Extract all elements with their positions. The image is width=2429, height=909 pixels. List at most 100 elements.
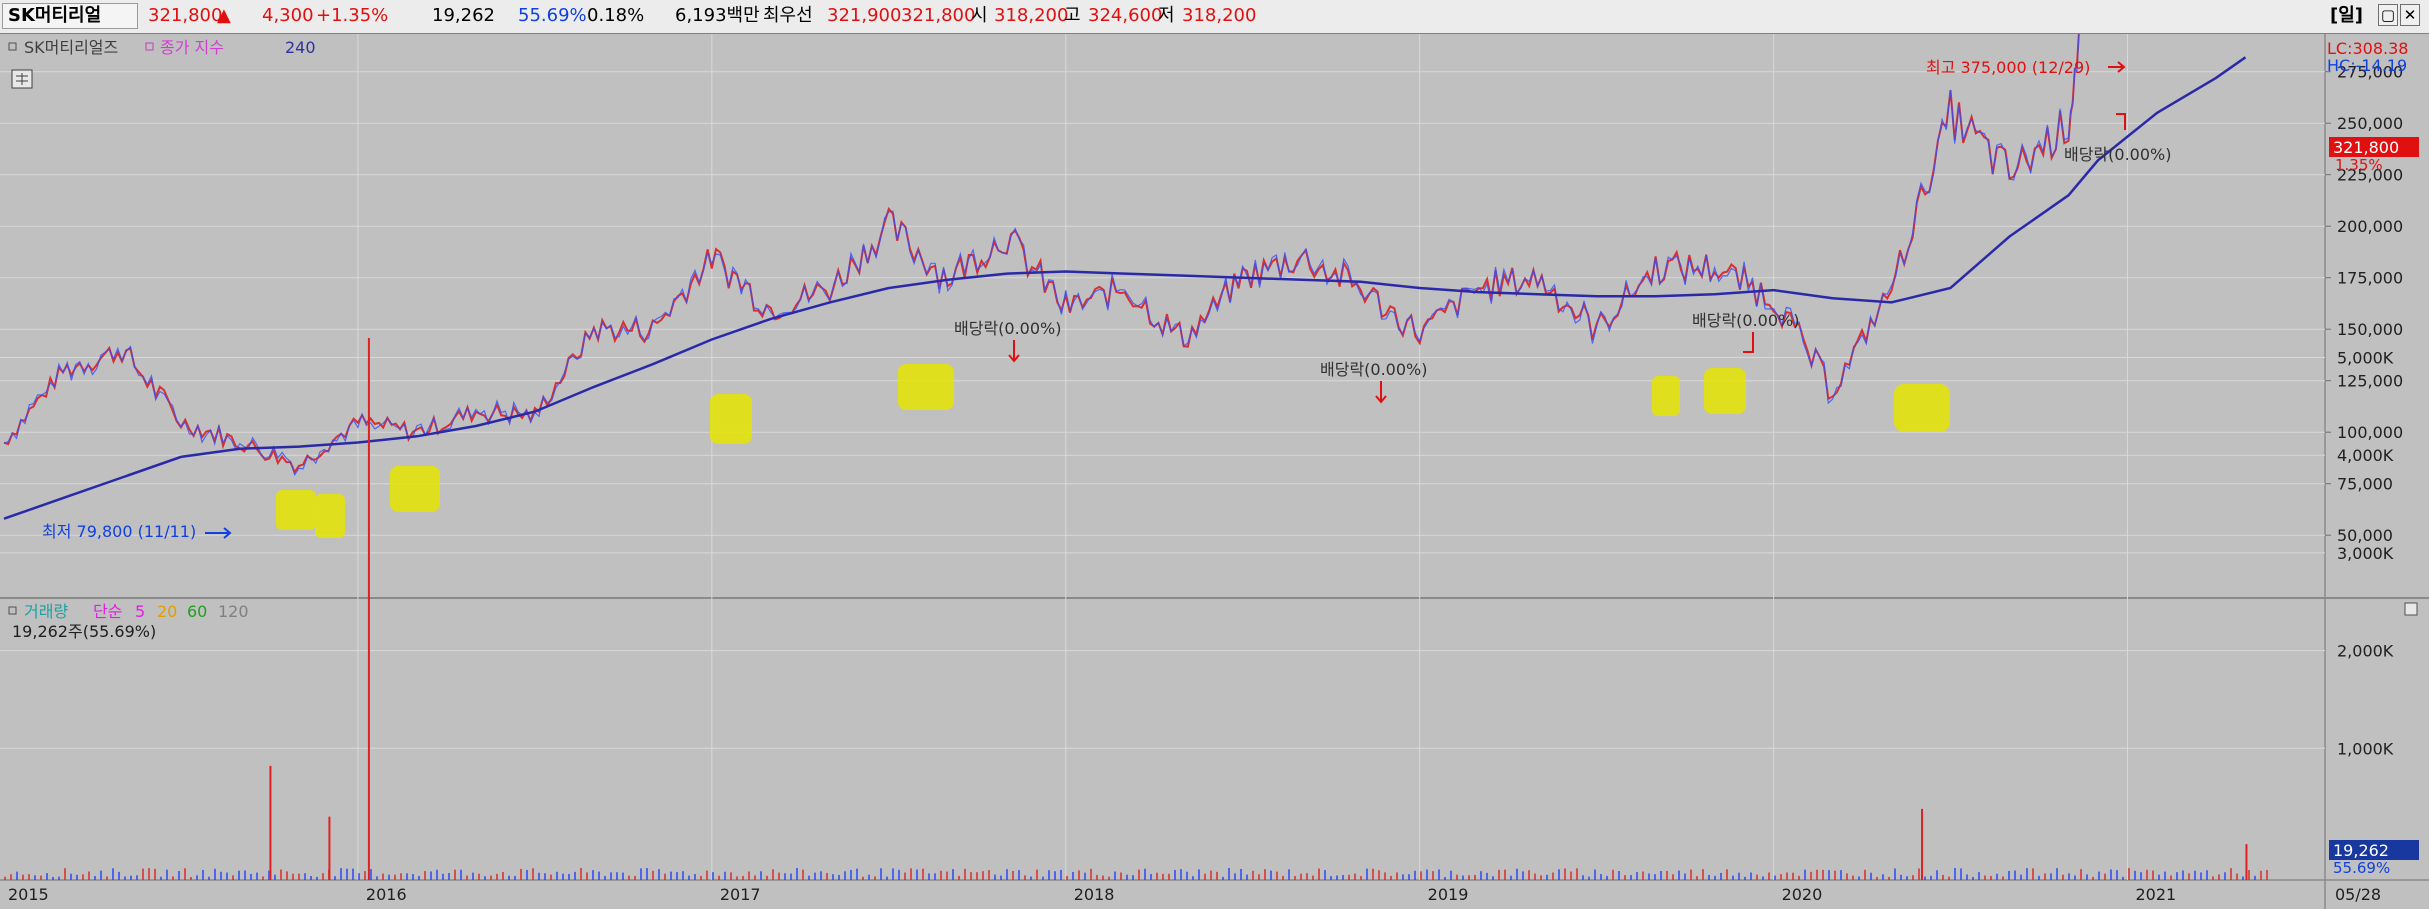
- volume-bar: [724, 871, 726, 880]
- volume-bar: [664, 873, 666, 880]
- volume-bar: [184, 868, 186, 880]
- volume-bar: [2176, 872, 2178, 880]
- legend-index-type[interactable]: 종가 지수: [160, 38, 224, 57]
- volume-bar: [1960, 868, 1962, 880]
- volume-bar: [544, 873, 546, 880]
- volume-bar: [964, 868, 966, 880]
- volume-bar: [1552, 872, 1554, 880]
- volume-bar: [1984, 875, 1986, 880]
- volume-bar: [1822, 869, 1824, 880]
- volume-bar: [2056, 868, 2058, 880]
- stock-chart[interactable]: 50,000 75,000 100,000 125,000 150,000 175,000…: [0, 34, 2429, 909]
- volume-bar: [580, 868, 582, 880]
- volume-bar: [2002, 876, 2004, 880]
- volume-bar: [604, 875, 606, 880]
- volume-bar: [1228, 868, 1230, 880]
- volume-bar: [526, 869, 528, 880]
- volume-bar: [1516, 868, 1518, 880]
- volume-bar: [1384, 872, 1386, 880]
- volume-bar: [142, 868, 144, 880]
- volume-bar: [364, 871, 366, 880]
- volume-bar: [1726, 869, 1728, 880]
- volume-bar: [358, 873, 360, 880]
- volume-legend-title[interactable]: 거래량: [24, 602, 68, 621]
- volume-bar: [2245, 844, 2248, 880]
- stock-name[interactable]: SK머티리얼: [8, 5, 101, 27]
- legend-ma-period[interactable]: 240: [285, 38, 316, 57]
- low-price: 318,200: [1182, 5, 1257, 26]
- volume-bar: [532, 868, 534, 880]
- price-change: 4,300: [262, 5, 314, 26]
- volume-tick-label: 2,000K: [2337, 642, 2394, 661]
- volume-bar: [970, 872, 972, 880]
- volume-bar: [994, 874, 996, 880]
- volume-legend-simple[interactable]: 단순: [93, 602, 122, 621]
- volume-bar: [1156, 872, 1158, 880]
- panel-scroll-up-icon[interactable]: [2404, 602, 2418, 616]
- volume-bar: [856, 868, 858, 880]
- volume-bar: [442, 873, 444, 880]
- volume-bar: [754, 875, 756, 880]
- restore-icon[interactable]: ▢: [2378, 4, 2398, 26]
- current-pct-tag: 1.35%: [2335, 156, 2383, 174]
- volume-bar: [166, 869, 168, 880]
- volume-bar: [1666, 870, 1668, 880]
- best-quote-label: 최우선: [763, 5, 813, 26]
- volume-bar: [1450, 870, 1452, 880]
- volume-bar: [269, 765, 272, 880]
- highlight-mark: [315, 494, 345, 538]
- volume-bar: [100, 870, 102, 880]
- volume-bar: [562, 873, 564, 880]
- volume-bar: [2086, 874, 2088, 880]
- volume-bar: [334, 876, 336, 880]
- volume-bar: [1774, 875, 1776, 880]
- volume-legend-period-5[interactable]: 5: [135, 602, 145, 621]
- volume-bar: [1324, 870, 1326, 880]
- volume-value: 19,262: [432, 5, 495, 26]
- volume-bar: [784, 873, 786, 880]
- volume-legend-period-120[interactable]: 120: [218, 602, 249, 621]
- volume-bar: [1102, 875, 1104, 880]
- volume-bar: [1342, 874, 1344, 880]
- volume-bar: [1630, 875, 1632, 880]
- volume-bar: [274, 874, 276, 880]
- volume-bar: [586, 872, 588, 880]
- volume-bar: [670, 871, 672, 880]
- volume-bar: [154, 868, 156, 880]
- volume-bar: [790, 873, 792, 880]
- volume-bar: [2008, 870, 2010, 880]
- volume-bar: [730, 872, 732, 880]
- volume-bar: [1312, 875, 1314, 880]
- volume-legend-period-60[interactable]: 60: [187, 602, 207, 621]
- volume-bar: [1264, 869, 1266, 880]
- volume-bar: [1558, 869, 1560, 880]
- volume-bar: [766, 875, 768, 880]
- volume-bar: [1306, 873, 1308, 880]
- volume-legend-period-20[interactable]: 20: [157, 602, 177, 621]
- volume-tick-label: 4,000K: [2337, 446, 2394, 465]
- price-tick-label: 200,000: [2337, 217, 2403, 236]
- close-icon[interactable]: ✕: [2400, 4, 2420, 26]
- price-tick-label: 150,000: [2337, 320, 2403, 339]
- volume-bar: [844, 871, 846, 880]
- volume-bar: [460, 869, 462, 880]
- volume-bar: [772, 869, 774, 880]
- volume-bar: [1672, 874, 1674, 880]
- volume-bar: [424, 871, 426, 880]
- volume-bar: [1534, 873, 1536, 880]
- volume-bar: [610, 872, 612, 880]
- volume-bar: [367, 337, 370, 881]
- volume-bar: [82, 874, 84, 880]
- volume-bar: [2032, 868, 2034, 880]
- volume-bar: [1024, 875, 1026, 880]
- volume-bar: [2116, 870, 2118, 880]
- legend-stock-name[interactable]: SK머티리얼즈: [24, 38, 118, 57]
- volume-bar: [2050, 873, 2052, 880]
- volume-bar: [802, 869, 804, 880]
- volume-bar: [496, 873, 498, 880]
- volume-bar: [2182, 870, 2184, 880]
- volume-bar: [2254, 875, 2256, 880]
- volume-bar: [1114, 871, 1116, 880]
- volume-bar: [238, 870, 240, 880]
- period-day-button[interactable]: [일]: [2330, 5, 2363, 27]
